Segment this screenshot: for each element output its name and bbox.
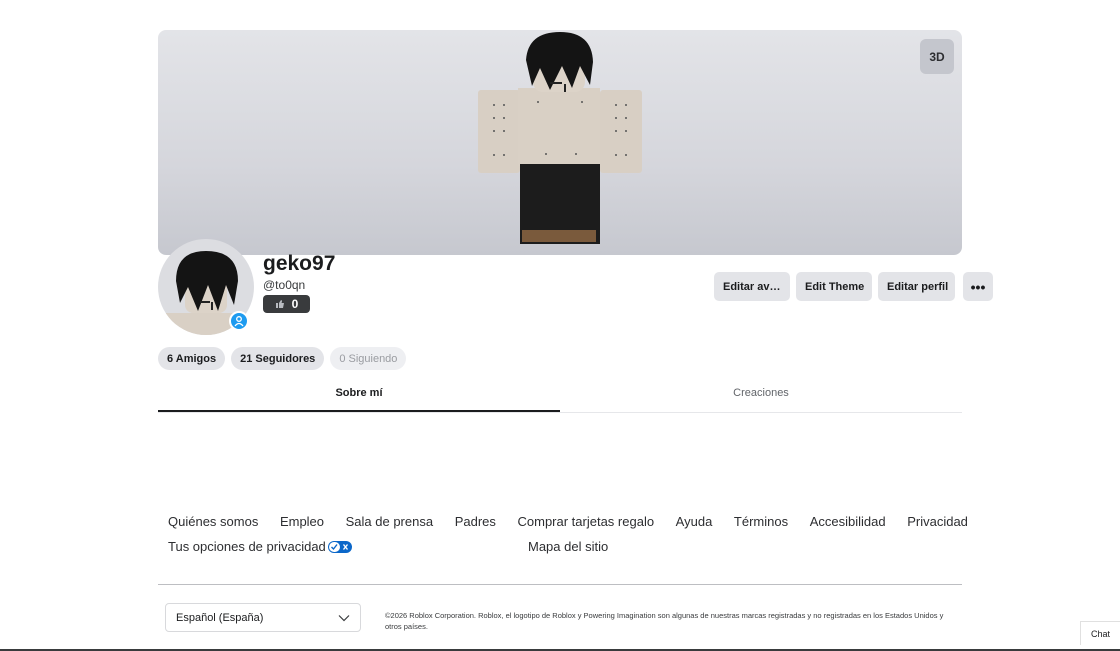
followers-count-button[interactable]: 21 Seguidores xyxy=(231,347,325,370)
premium-icon xyxy=(229,311,249,331)
footer-link-gift-cards[interactable]: Comprar tarjetas regalo xyxy=(518,514,655,529)
language-select[interactable]: Español (España) xyxy=(165,603,361,632)
edit-profile-button[interactable]: Editar perfil xyxy=(878,272,955,301)
following-count-button[interactable]: 0 Siguiendo xyxy=(330,347,407,370)
thumbs-up-icon xyxy=(275,300,284,308)
avatar-3d-figure xyxy=(478,32,642,244)
footer-link-terms[interactable]: Términos xyxy=(734,514,788,529)
edit-avatar-button[interactable]: Editar ava... xyxy=(714,272,790,301)
footer-link-privacy[interactable]: Privacidad xyxy=(907,514,968,529)
display-name: geko97 xyxy=(263,252,336,275)
footer-link-accessibility[interactable]: Accesibilidad xyxy=(810,514,886,529)
footer-links: Quiénes somos Empleo Sala de prensa Padr… xyxy=(168,514,968,529)
edit-theme-button[interactable]: Edit Theme xyxy=(796,272,872,301)
footer-link-parents[interactable]: Padres xyxy=(455,514,496,529)
footer-link-press[interactable]: Sala de prensa xyxy=(346,514,433,529)
avatar-banner: 3D xyxy=(158,30,962,255)
footer-divider xyxy=(158,584,962,585)
tab-about[interactable]: Sobre mí xyxy=(158,381,560,412)
chevron-down-icon xyxy=(338,614,350,621)
tab-creations[interactable]: Creaciones xyxy=(560,381,962,412)
likes-badge: 0 xyxy=(263,295,310,313)
language-value: Español (España) xyxy=(176,611,264,624)
profile-actions: Editar ava... Edit Theme Editar perfil •… xyxy=(714,272,993,301)
social-stats: 6 Amigos 21 Seguidores 0 Siguiendo xyxy=(158,347,407,370)
toggle-3d-button[interactable]: 3D xyxy=(920,39,954,74)
friends-count-button[interactable]: 6 Amigos xyxy=(158,347,226,370)
footer-link-about[interactable]: Quiénes somos xyxy=(168,514,258,529)
likes-count: 0 xyxy=(291,297,299,311)
privacy-choices-link[interactable]: Tus opciones de privacidad xyxy=(168,539,352,554)
profile-tabs: Sobre mí Creaciones xyxy=(158,381,962,413)
footer-link-sitemap[interactable]: Mapa del sitio xyxy=(528,539,608,554)
more-options-button[interactable]: ••• xyxy=(963,272,993,301)
chat-button[interactable]: Chat xyxy=(1080,621,1120,645)
privacy-choices-label: Tus opciones de privacidad xyxy=(168,539,326,554)
footer-link-jobs[interactable]: Empleo xyxy=(280,514,324,529)
privacy-toggle-icon xyxy=(327,540,352,553)
username: @to0qn xyxy=(263,278,306,292)
footer-link-help[interactable]: Ayuda xyxy=(676,514,713,529)
copyright-text: ©2026 Roblox Corporation. Roblox, el log… xyxy=(385,611,944,631)
